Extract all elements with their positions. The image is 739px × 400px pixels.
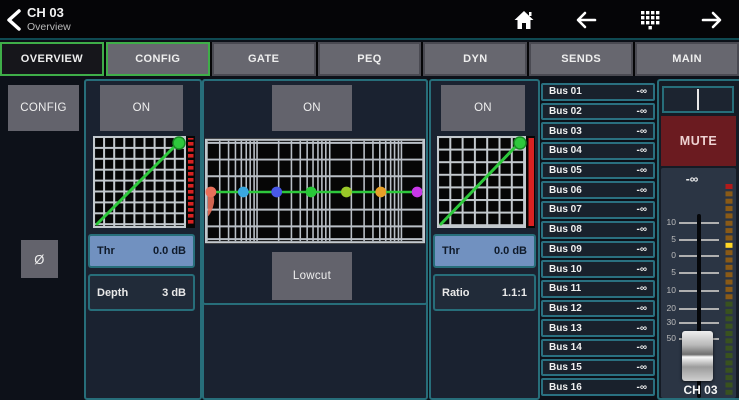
bus-send-row[interactable]: Bus 05-∞ (541, 162, 655, 180)
bus-send-row[interactable]: Bus 15-∞ (541, 359, 655, 377)
home-icon[interactable] (510, 8, 538, 32)
config-button[interactable]: CONFIG (8, 85, 79, 131)
scale-label: 0 (661, 250, 676, 260)
top-bar: CH 03 Overview (0, 0, 739, 40)
channel-overview-screen: CH 03 Overview OVERVIEW CONFIG GATE PEQ … (0, 0, 739, 400)
peq-band-6-handle (375, 187, 386, 198)
gate-curve-graph[interactable] (93, 136, 195, 228)
peq-band-1-handle (205, 187, 216, 198)
tab-bar: OVERVIEW CONFIG GATE PEQ DYN SENDS MAIN (0, 42, 739, 76)
bus-send-row[interactable]: Bus 11-∞ (541, 280, 655, 298)
dyn-curve-graph[interactable] (437, 136, 535, 228)
bus-send-row[interactable]: Bus 04-∞ (541, 142, 655, 160)
gate-depth-field[interactable]: Depth 3 dB (88, 274, 195, 311)
lowcut-button[interactable]: Lowcut (272, 252, 352, 300)
bus-send-row[interactable]: Bus 03-∞ (541, 122, 655, 140)
pan-control[interactable] (662, 86, 734, 113)
pan-center-indicator (697, 89, 699, 110)
dialpad-icon[interactable] (636, 8, 664, 32)
gate-meter-strip (188, 138, 194, 226)
gate-threshold-label: Thr (97, 245, 115, 257)
scale-label: 50 (661, 333, 676, 343)
sends-bus-list: Bus 01-∞ Bus 02-∞ Bus 03-∞ Bus 04-∞ Bus … (541, 83, 655, 396)
scale-label: 30 (661, 317, 676, 327)
tab-overview[interactable]: OVERVIEW (0, 42, 104, 76)
gate-threshold-field[interactable]: Thr 0.0 dB (88, 234, 195, 268)
gate-depth-value: 3 dB (162, 287, 186, 299)
channel-name-label: CH 03 (661, 383, 739, 397)
scale-label: 10 (661, 285, 676, 295)
page-subtitle: Overview (27, 21, 71, 33)
dyn-meter-strip (529, 138, 535, 226)
bus-send-row[interactable]: Bus 13-∞ (541, 319, 655, 337)
phase-invert-button[interactable]: Ø (21, 240, 58, 278)
peq-band-3-handle (271, 187, 282, 198)
scale-label: 5 (661, 267, 676, 277)
peq-band-5-handle (341, 187, 352, 198)
fader-knob[interactable] (682, 331, 713, 381)
dyn-on-button[interactable]: ON (441, 85, 525, 131)
bus-send-row[interactable]: Bus 09-∞ (541, 241, 655, 259)
main-level-readout: -∞ (661, 172, 723, 186)
dyn-ratio-label: Ratio (442, 287, 470, 299)
peq-curve-graph[interactable] (205, 138, 425, 244)
tab-config[interactable]: CONFIG (106, 42, 210, 76)
arrow-right-icon[interactable] (698, 8, 726, 32)
dyn-ratio-field[interactable]: Ratio 1.1:1 (433, 274, 536, 311)
bus-send-row[interactable]: Bus 10-∞ (541, 260, 655, 278)
gate-threshold-value: 0.0 dB (153, 245, 186, 257)
dyn-threshold-value: 0.0 dB (494, 245, 527, 257)
dyn-ratio-value: 1.1:1 (502, 287, 527, 299)
bus-send-row[interactable]: Bus 01-∞ (541, 83, 655, 101)
dyn-threshold-field[interactable]: Thr 0.0 dB (433, 234, 536, 268)
arrow-left-icon[interactable] (572, 8, 600, 32)
peq-band-2-handle (238, 187, 249, 198)
tab-peq[interactable]: PEQ (318, 42, 422, 76)
gate-depth-label: Depth (97, 287, 128, 299)
bus-send-row[interactable]: Bus 02-∞ (541, 103, 655, 121)
channel-title: CH 03 (27, 5, 64, 20)
tab-dyn[interactable]: DYN (423, 42, 527, 76)
tab-gate[interactable]: GATE (212, 42, 316, 76)
main-level-meter (725, 184, 733, 398)
bus-send-row[interactable]: Bus 08-∞ (541, 221, 655, 239)
dyn-threshold-handle (514, 137, 526, 149)
scale-label: 5 (661, 234, 676, 244)
main-fader-strip: MUTE -∞ 10 5 0 5 10 20 30 50 CH 03 (657, 79, 739, 400)
back-chevron-icon[interactable] (4, 7, 24, 33)
bus-send-row[interactable]: Bus 06-∞ (541, 181, 655, 199)
peq-on-button[interactable]: ON (272, 85, 352, 131)
bus-send-row[interactable]: Bus 16-∞ (541, 378, 655, 396)
scale-label: 20 (661, 303, 676, 313)
gate-on-button[interactable]: ON (100, 85, 183, 131)
peq-band-4-handle (306, 187, 317, 198)
bus-send-row[interactable]: Bus 14-∞ (541, 339, 655, 357)
scale-label: 10 (661, 217, 676, 227)
dyn-threshold-label: Thr (442, 245, 460, 257)
bus-send-row[interactable]: Bus 12-∞ (541, 300, 655, 318)
tab-main[interactable]: MAIN (635, 42, 739, 76)
peq-band-7-handle (412, 187, 423, 198)
tab-sends[interactable]: SENDS (529, 42, 633, 76)
mute-button[interactable]: MUTE (661, 116, 736, 166)
gate-threshold-handle (173, 137, 185, 149)
bus-send-row[interactable]: Bus 07-∞ (541, 201, 655, 219)
fader-panel: -∞ 10 5 0 5 10 20 30 50 CH 03 (661, 168, 736, 398)
